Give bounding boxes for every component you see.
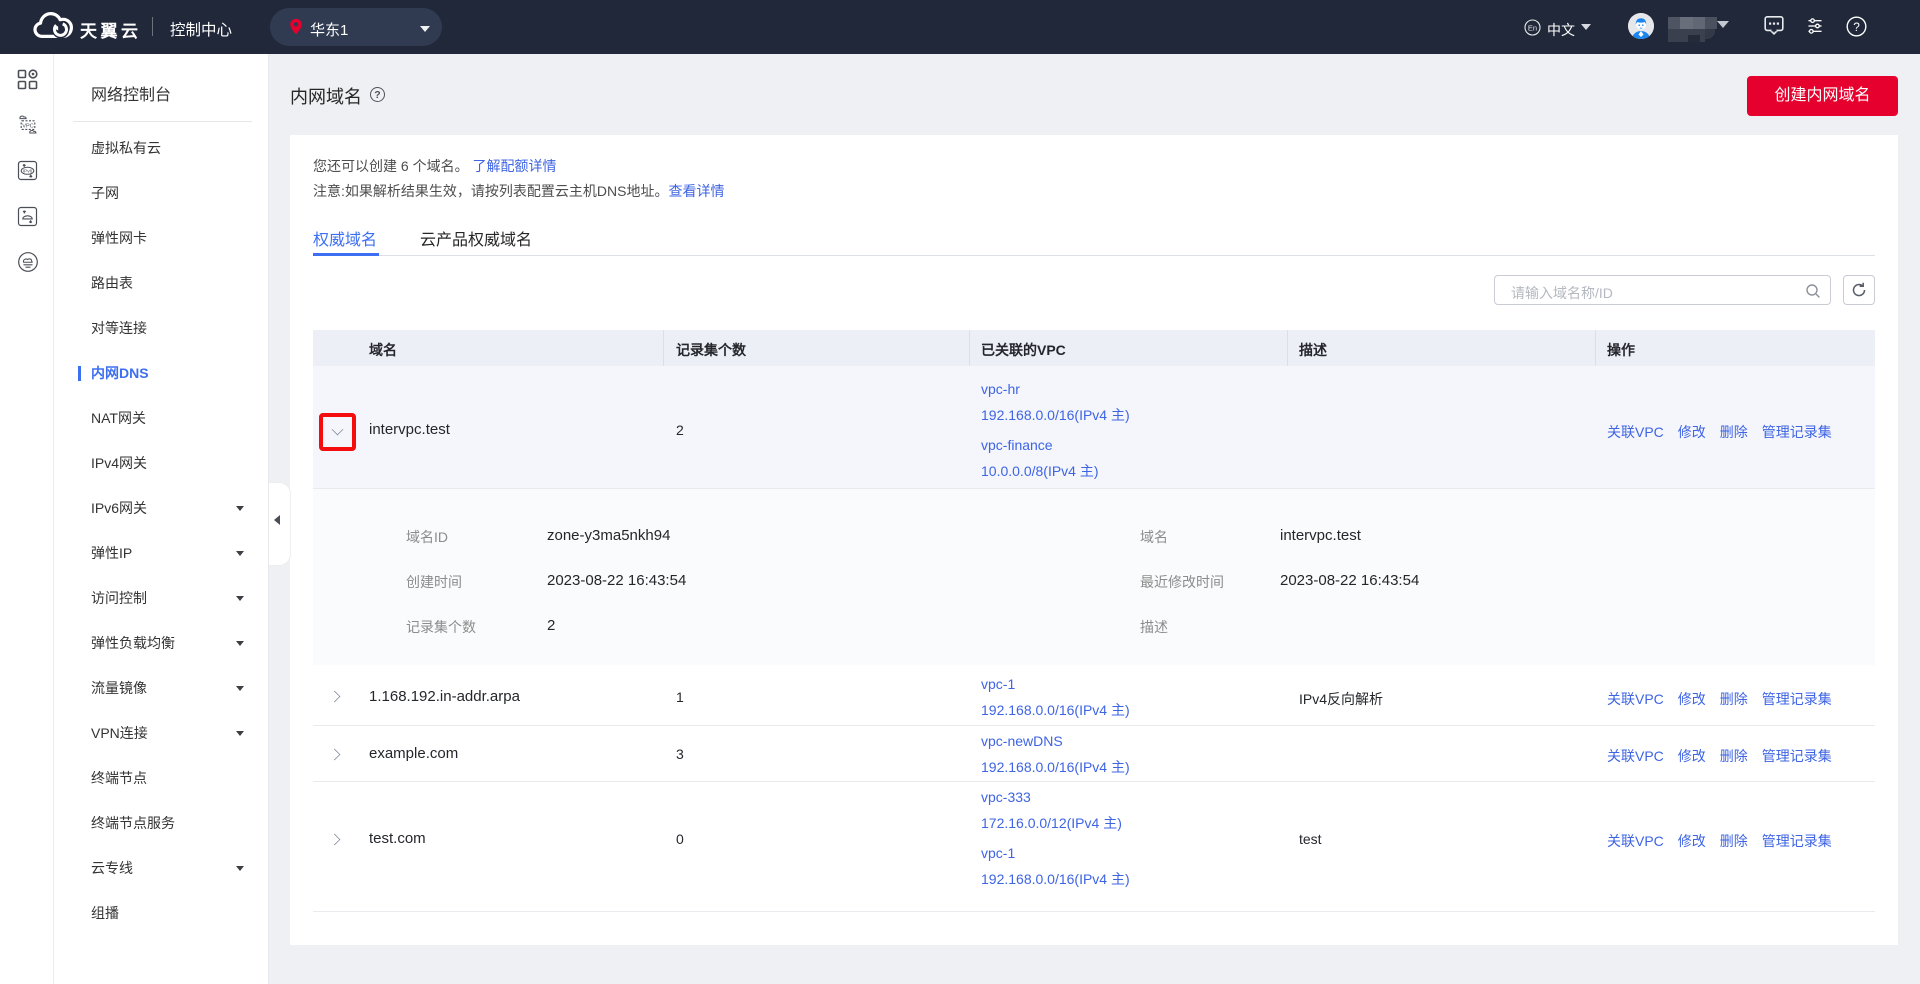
svg-text:IPv6: IPv6 bbox=[23, 169, 33, 175]
svg-text:?: ? bbox=[1853, 20, 1860, 34]
svg-text:En: En bbox=[1528, 23, 1537, 32]
svg-text:VPC: VPC bbox=[22, 123, 34, 129]
